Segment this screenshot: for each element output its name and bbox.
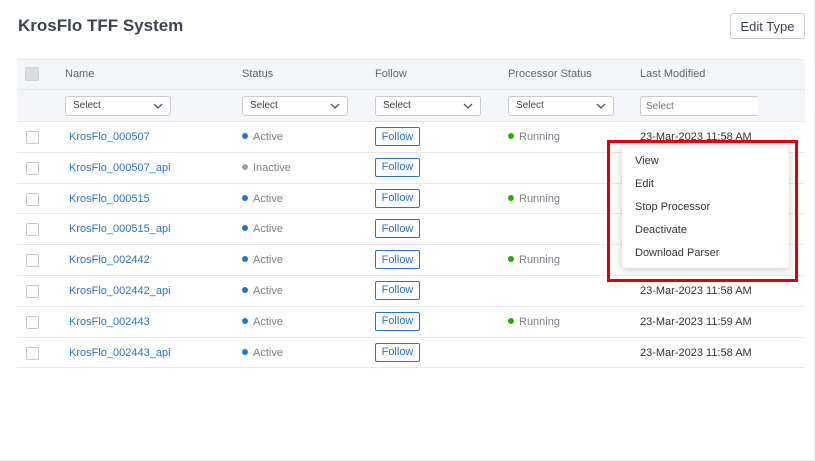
- last-modified-cell: 23-Mar-2023 11:58 AM: [640, 346, 752, 359]
- running-dot-icon: [508, 317, 514, 324]
- status-dot-icon: [242, 163, 248, 170]
- name-filter-value: Select: [73, 100, 101, 111]
- status-text: Active: [253, 131, 283, 143]
- status-dot-icon: [242, 286, 248, 293]
- status-cell: Active: [242, 193, 283, 205]
- status-cell: Active: [242, 223, 283, 235]
- row-checkbox[interactable]: [26, 161, 39, 175]
- running-dot-icon: [508, 133, 514, 139]
- status-dot-icon: [242, 133, 248, 139]
- processor-status-text: Running: [519, 315, 560, 328]
- status-text: Active: [253, 254, 283, 267]
- system-name-link[interactable]: KrosFlo_000507: [69, 131, 150, 143]
- follow-button[interactable]: Follow: [375, 157, 420, 177]
- status-dot-icon: [242, 225, 248, 232]
- row-checkbox[interactable]: [26, 192, 39, 206]
- status-filter-value: Select: [250, 100, 278, 111]
- follow-button[interactable]: Follow: [375, 311, 420, 331]
- filter-row: Select Select Select Select: [17, 89, 805, 122]
- follow-button[interactable]: Follow: [375, 188, 420, 208]
- row-checkbox[interactable]: [26, 315, 39, 329]
- highlight-box: [607, 140, 798, 282]
- row-checkbox[interactable]: [26, 131, 39, 144]
- table-header: Name Status Follow Processor Status Last…: [17, 59, 805, 89]
- table-row[interactable]: KrosFlo_002443 Active Follow Running 23-Mar-…: [17, 307, 805, 338]
- column-header-follow[interactable]: Follow: [375, 68, 407, 80]
- status-filter-select[interactable]: Select: [242, 96, 348, 116]
- row-checkbox[interactable]: [26, 254, 39, 268]
- name-filter-select[interactable]: Select: [65, 96, 171, 116]
- chevron-down-icon: [330, 103, 340, 109]
- follow-button[interactable]: Follow: [375, 250, 420, 270]
- follow-button[interactable]: Follow: [375, 127, 420, 146]
- table-row[interactable]: KrosFlo_002443_api Active Follow 23-Mar-202…: [17, 338, 805, 369]
- processor-status-filter-select[interactable]: Select: [508, 96, 614, 116]
- status-text: Active: [253, 284, 283, 297]
- row-checkbox[interactable]: [26, 284, 39, 298]
- system-name-link[interactable]: KrosFlo_000507_api: [69, 162, 171, 174]
- follow-button[interactable]: Follow: [375, 280, 420, 300]
- status-text: Active: [253, 223, 283, 236]
- system-name-link[interactable]: KrosFlo_002443_api: [69, 347, 171, 359]
- chevron-down-icon: [153, 103, 163, 109]
- row-checkbox[interactable]: [26, 223, 39, 237]
- processor-status-cell: Running: [508, 316, 560, 328]
- processor-status-text: Running: [519, 131, 560, 143]
- chevron-down-icon: [463, 103, 473, 109]
- status-cell: Inactive: [242, 162, 291, 174]
- follow-filter-value: Select: [383, 100, 411, 111]
- chevron-down-icon: [596, 103, 606, 109]
- running-dot-icon: [508, 194, 514, 201]
- status-cell: Active: [242, 254, 283, 266]
- status-cell: Active: [242, 316, 283, 328]
- last-modified-cell: 23-Mar-2023 11:59 AM: [640, 315, 752, 328]
- processor-status-text: Running: [519, 254, 560, 267]
- select-all-checkbox[interactable]: [25, 67, 39, 81]
- status-cell: Active: [242, 285, 283, 297]
- follow-button[interactable]: Follow: [375, 342, 420, 362]
- column-header-last-modified[interactable]: Last Modified: [640, 68, 705, 80]
- status-text: Active: [253, 315, 283, 328]
- processor-status-cell: Running: [508, 193, 560, 205]
- page-title: KrosFlo TFF System: [18, 16, 184, 35]
- status-cell: Active: [242, 347, 283, 359]
- status-text: Active: [253, 346, 283, 359]
- status-cell: Active: [242, 131, 283, 143]
- status-text: Inactive: [253, 161, 291, 174]
- running-dot-icon: [508, 256, 514, 263]
- system-name-link[interactable]: KrosFlo_002443: [69, 316, 150, 328]
- processor-status-filter-value: Select: [516, 100, 544, 111]
- status-dot-icon: [242, 348, 248, 355]
- system-name-link[interactable]: KrosFlo_000515_api: [69, 223, 171, 235]
- status-dot-icon: [242, 317, 248, 324]
- processor-status-cell: Running: [508, 131, 560, 143]
- column-header-name[interactable]: Name: [65, 68, 94, 80]
- system-name-link[interactable]: KrosFlo_002442_api: [69, 285, 171, 297]
- status-text: Active: [253, 192, 283, 205]
- follow-button[interactable]: Follow: [375, 219, 420, 239]
- last-modified-filter-input[interactable]: [640, 96, 758, 116]
- follow-filter-select[interactable]: Select: [375, 96, 481, 116]
- processor-status-text: Running: [519, 192, 560, 205]
- edit-type-button[interactable]: Edit Type: [730, 13, 805, 39]
- system-name-link[interactable]: KrosFlo_002442: [69, 254, 150, 266]
- status-dot-icon: [242, 194, 248, 201]
- column-header-processor-status[interactable]: Processor Status: [508, 68, 592, 80]
- status-dot-icon: [242, 256, 248, 263]
- processor-status-cell: Running: [508, 254, 560, 266]
- last-modified-cell: 23-Mar-2023 11:58 AM: [640, 284, 752, 297]
- column-header-status[interactable]: Status: [242, 68, 273, 80]
- row-checkbox[interactable]: [26, 346, 39, 360]
- system-name-link[interactable]: KrosFlo_000515: [69, 193, 150, 205]
